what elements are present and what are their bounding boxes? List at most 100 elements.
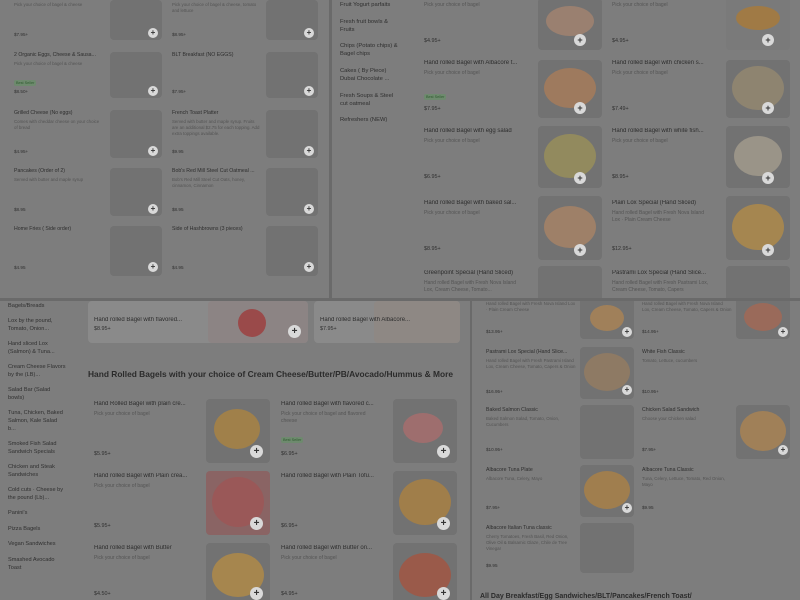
add-to-cart-button[interactable]: +	[304, 262, 314, 272]
nav-item[interactable]: Chips (Potato chips) & Bagel chips	[340, 43, 400, 59]
add-to-cart-button[interactable]: +	[148, 262, 158, 272]
item-image	[538, 126, 602, 188]
item-image	[580, 405, 634, 459]
nav-item[interactable]: Dry rolled Fresh Bagels/Breads	[8, 301, 66, 310]
menu-item-card[interactable]: Greenpoint Special (Hand Sliced) Hand ro…	[424, 266, 606, 298]
nav-item[interactable]: Fresh Soups & Steel cut oatmeal	[340, 93, 400, 109]
add-to-cart-button[interactable]: +	[304, 28, 314, 38]
item-image	[726, 196, 790, 260]
add-to-cart-button[interactable]: +	[574, 172, 586, 184]
menu-item-card[interactable]: Pancakes (Order of 2) Served with butter…	[14, 168, 164, 216]
menu-item-card[interactable]: Hand rolled Bagel with Plain crea... Pic…	[94, 471, 272, 537]
menu-item-card[interactable]: Hand rolled Bagel with Fresh Nova Island…	[486, 301, 636, 343]
add-to-cart-button[interactable]: +	[622, 385, 632, 395]
best-seller-badge: Best Seller	[281, 437, 304, 443]
nav-item[interactable]: Lox by the pound, Tomato, Onion...	[8, 318, 66, 333]
add-to-cart-button[interactable]: +	[148, 86, 158, 96]
menu-item-card[interactable]: Hand rolled Bagel with flavored c... Pic…	[281, 399, 459, 465]
add-to-cart-button[interactable]: +	[762, 34, 774, 46]
add-to-cart-button[interactable]: +	[622, 503, 632, 513]
menu-item-card[interactable]: Pick your choice of bagel & cheese, toma…	[172, 0, 322, 42]
add-to-cart-button[interactable]: +	[250, 517, 263, 530]
add-to-cart-button[interactable]: +	[622, 327, 632, 337]
nav-item[interactable]: Pizza Bagels	[8, 526, 66, 534]
category-nav: Fruit Yogurt parfaits Fresh fruit bowls …	[340, 0, 400, 134]
add-to-cart-button[interactable]: +	[762, 172, 774, 184]
nav-item[interactable]: Salad Bar (Salad bowls)	[8, 387, 66, 402]
menu-item-card[interactable]: Hand rolled Bagel with baked sal... Pick…	[424, 196, 606, 260]
add-to-cart-button[interactable]: +	[437, 587, 450, 600]
menu-item-card[interactable]: Chicken Salad Sandwich Choose your Chick…	[642, 405, 792, 459]
menu-item-card[interactable]: Hand Rolled Bagel with plain cre... Pick…	[94, 399, 272, 465]
menu-item-card[interactable]: Hand rolled Bagel with Plain Tofu... $6.…	[281, 471, 459, 537]
menu-item-card[interactable]: Hand rolled Bagel with Butter on... Pick…	[281, 543, 459, 600]
add-to-cart-button[interactable]: +	[762, 244, 774, 256]
menu-item-card[interactable]: Home Fries ( Side order) $4.95 +	[14, 226, 164, 276]
menu-item-card[interactable]: French Toast Platter Served with butter …	[172, 110, 322, 158]
add-to-cart-button[interactable]: +	[778, 327, 788, 337]
add-to-cart-button[interactable]: +	[778, 445, 788, 455]
nav-item[interactable]: Refreshers (NEW)	[340, 117, 400, 125]
nav-item[interactable]: Hand sliced Lox (Salmon) & Tuna...	[8, 341, 66, 356]
menu-item-card[interactable]: Bob's Red Mill Steel Cut Oatmeal ... Bob…	[172, 168, 322, 216]
featured-item-card[interactable]: Hand rolled Bagel with Albacore... $7.95…	[314, 301, 460, 343]
add-to-cart-button[interactable]: +	[574, 102, 586, 114]
item-image	[580, 523, 634, 573]
menu-item-card[interactable]: Hand rolled Bagel with Butter Pick your …	[94, 543, 272, 600]
menu-item-card[interactable]: Hand rolled Bagel with chicken s... Pick…	[612, 60, 794, 118]
add-to-cart-button[interactable]: +	[288, 325, 301, 338]
nav-item[interactable]: Fruit Yogurt parfaits	[340, 2, 400, 10]
nav-item[interactable]: Tuna, Chicken, Baked Salmon, Kale Salad …	[8, 410, 66, 433]
nav-item[interactable]: Smoked Fish Salad Sandwich Specials	[8, 441, 66, 456]
best-seller-badge: Best Seller	[424, 94, 447, 100]
menu-item-card[interactable]: Pastrami Lox Special (Hand Slice... Hand…	[612, 266, 794, 298]
menu-item-card[interactable]: Hand rolled Bagel with egg salad Pick yo…	[424, 126, 606, 188]
menu-item-card[interactable]: Hand rolled Bagel with Fresh Nova Island…	[642, 301, 792, 343]
menu-panel-breakfast: Pick your choice of bagel & cheese $7.95…	[0, 0, 329, 298]
nav-item[interactable]: Fresh fruit bowls & Fruits	[340, 19, 400, 35]
menu-item-card[interactable]: Baked Salmon Classic Baked Salmon Salad,…	[486, 405, 636, 459]
featured-item-card[interactable]: Hand rolled Bagel with flavored... $8.95…	[88, 301, 308, 343]
nav-item[interactable]: Vegan Sandwiches	[8, 541, 66, 549]
menu-item-card[interactable]: Hand rolled Bagel with white fish... Pic…	[612, 126, 794, 188]
menu-item-card[interactable]: Side of Hashbrowns (3 pieces) $4.95 +	[172, 226, 322, 276]
add-to-cart-button[interactable]: +	[250, 445, 263, 458]
add-to-cart-button[interactable]: +	[148, 28, 158, 38]
nav-item[interactable]: Cold cuts · Cheese by the pound (Lb)...	[8, 487, 66, 502]
add-to-cart-button[interactable]: +	[437, 517, 450, 530]
add-to-cart-button[interactable]: +	[437, 445, 450, 458]
add-to-cart-button[interactable]: +	[304, 204, 314, 214]
item-image	[726, 266, 790, 298]
menu-item-card[interactable]: 2 Organic Eggs, Cheese & Sausa... Pick y…	[14, 52, 164, 98]
add-to-cart-button[interactable]: +	[304, 86, 314, 96]
nav-item[interactable]: Panini's	[8, 510, 66, 518]
section-title: Hand Rolled Bagels with your choice of C…	[88, 369, 454, 379]
menu-item-card[interactable]: Pick your choice of bagel $4.95+ +	[612, 0, 794, 50]
best-seller-badge: Best Seller	[14, 80, 37, 86]
add-to-cart-button[interactable]: +	[304, 146, 314, 156]
add-to-cart-button[interactable]: +	[148, 204, 158, 214]
add-to-cart-button[interactable]: +	[574, 244, 586, 256]
menu-item-card[interactable]: Plain Lox Special (Hand Sliced) Hand rol…	[612, 196, 794, 260]
menu-item-card[interactable]: Albacore Tuna Classic Tuna, Celery, Lett…	[642, 467, 792, 517]
menu-item-card[interactable]: White Fish Classic Tomato, Lettuce, cucu…	[642, 349, 792, 399]
menu-panel-cream-cheese-bagels: Dry rolled Fresh Bagels/Breads Lox by th…	[0, 301, 470, 600]
menu-item-card[interactable]: Pastrami Lox Special (Hand Slice... Hand…	[486, 347, 636, 399]
menu-item-card[interactable]: Albacore Tuna Plate Albacore Tuna, Celer…	[486, 465, 636, 517]
add-to-cart-button[interactable]: +	[250, 587, 263, 600]
item-image	[726, 0, 790, 50]
menu-item-card[interactable]: Hand rolled Bagel with Albacore t... Pic…	[424, 60, 606, 118]
add-to-cart-button[interactable]: +	[148, 146, 158, 156]
add-to-cart-button[interactable]: +	[574, 34, 586, 46]
nav-item[interactable]: Smashed Avocado Toast	[8, 557, 66, 572]
nav-item[interactable]: Cream Cheese Flavors by the (LB)...	[8, 364, 66, 379]
nav-item[interactable]: Chicken and Steak Sandwiches	[8, 464, 66, 479]
add-to-cart-button[interactable]: +	[762, 102, 774, 114]
menu-item-card[interactable]: BLT Breakfast (NO EGGS) $7.95+ +	[172, 52, 322, 98]
menu-item-card[interactable]: Grilled Cheese (No eggs) Comes with ched…	[14, 110, 164, 158]
item-image	[726, 60, 790, 118]
nav-item[interactable]: Cakes ( By Piece) Dubai Chocolate ...	[340, 68, 400, 84]
menu-item-card[interactable]: Pick your choice of bagel $4.95+ +	[424, 0, 606, 50]
menu-item-card[interactable]: Albacore Italian Tuna classic Cherry Tom…	[486, 523, 636, 575]
menu-item-card[interactable]: Pick your choice of bagel & cheese $7.95…	[14, 0, 164, 42]
